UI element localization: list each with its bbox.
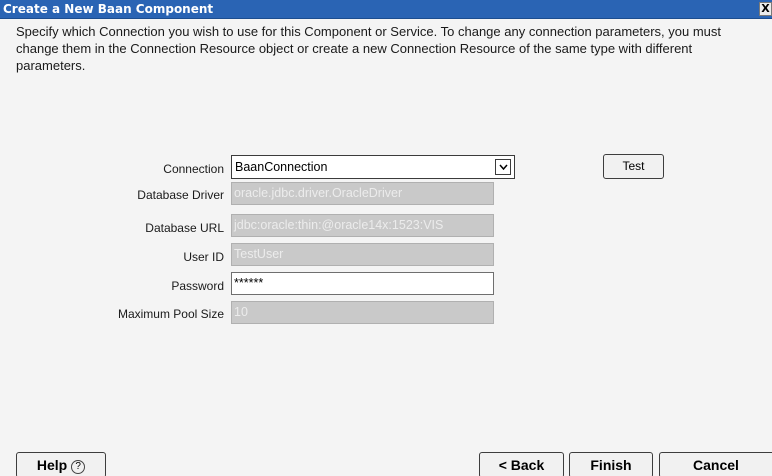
cancel-button[interactable]: Cancel	[659, 452, 772, 476]
user-id-field: TestUser	[231, 243, 494, 266]
help-button[interactable]: Help?	[16, 452, 106, 476]
test-button[interactable]: Test	[603, 154, 664, 179]
password-field[interactable]: ******	[231, 272, 494, 295]
title-bar: Create a New Baan Component X	[0, 0, 772, 19]
user-id-label: User ID	[183, 250, 224, 264]
close-button[interactable]: X	[759, 2, 772, 16]
max-pool-size-field: 10	[231, 301, 494, 324]
database-url-label: Database URL	[145, 221, 224, 235]
help-button-label: Help	[36, 457, 68, 473]
max-pool-size-label: Maximum Pool Size	[117, 307, 224, 321]
back-button[interactable]: < Back	[479, 452, 564, 476]
database-url-field: jdbc:oracle:thin:@oracle14x:1523:VIS	[231, 214, 494, 237]
chevron-down-icon[interactable]	[495, 159, 511, 175]
database-driver-field: oracle.jdbc.driver.OracleDriver	[231, 182, 494, 205]
database-driver-label: Database Driver	[137, 188, 224, 202]
connection-select-value: BaanConnection	[235, 160, 328, 174]
password-label: Password	[171, 279, 224, 293]
instructions-text: Specify which Connection you wish to use…	[16, 24, 722, 73]
finish-button[interactable]: Finish	[569, 452, 653, 476]
window-title: Create a New Baan Component	[3, 2, 214, 16]
connection-label: Connection	[163, 162, 224, 176]
help-icon: ?	[71, 460, 86, 474]
connection-select[interactable]: BaanConnection	[231, 155, 515, 179]
